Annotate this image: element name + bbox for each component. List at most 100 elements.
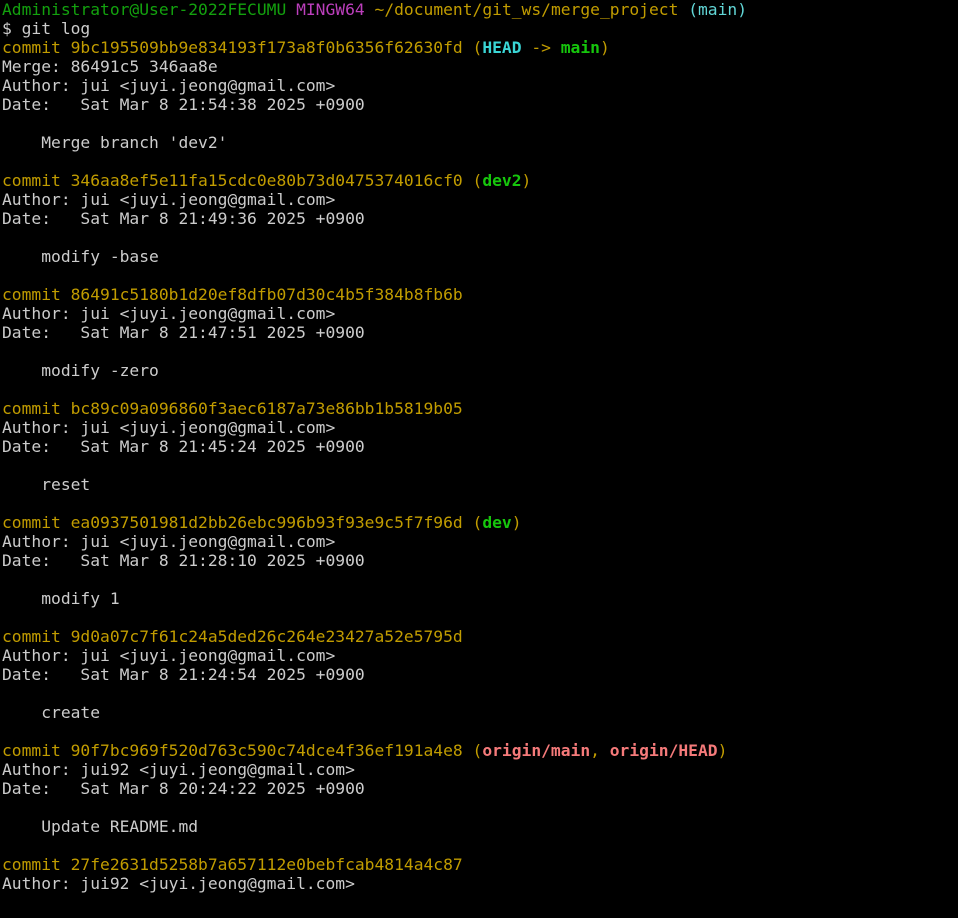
terminal-line: Author: jui92 <juyi.jeong@gmail.com>	[2, 874, 958, 893]
terminal-line: Date: Sat Mar 8 20:24:22 2025 +0900	[2, 779, 958, 798]
terminal-text-segment: Author: jui <juyi.jeong@gmail.com>	[2, 190, 336, 209]
terminal-text-segment: ,	[590, 741, 610, 760]
terminal-text-segment: Merge branch 'dev2'	[2, 133, 228, 152]
terminal-text-segment: origin/HEAD	[609, 741, 718, 760]
terminal-text-segment: HEAD	[482, 38, 522, 57]
terminal-line: commit 90f7bc969f520d763c590c74dce4f36ef…	[2, 741, 958, 760]
terminal-line: modify 1	[2, 589, 958, 608]
terminal-line: Merge: 86491c5 346aa8e	[2, 57, 958, 76]
terminal-text-segment: (main)	[688, 0, 748, 19]
terminal-line: Date: Sat Mar 8 21:47:51 2025 +0900	[2, 323, 958, 342]
terminal-text-segment: modify -base	[2, 247, 159, 266]
terminal-text-segment: main	[560, 38, 600, 57]
terminal-text-segment: $ git log	[2, 19, 91, 38]
terminal-line: Author: jui <juyi.jeong@gmail.com>	[2, 76, 958, 95]
terminal-text-segment: Author: jui <juyi.jeong@gmail.com>	[2, 646, 336, 665]
terminal-line: modify -base	[2, 247, 958, 266]
terminal-text-segment: MINGW64	[296, 0, 365, 19]
terminal-text-segment: commit 346aa8ef5e11fa15cdc0e80b73d047537…	[2, 171, 463, 190]
terminal-text-segment: (	[462, 38, 483, 57]
terminal-text-segment: Author: jui92 <juyi.jeong@gmail.com>	[2, 760, 355, 779]
terminal-text-segment: commit 90f7bc969f520d763c590c74dce4f36ef…	[2, 741, 463, 760]
terminal-line: commit 86491c5180b1d20ef8dfb07d30c4b5f38…	[2, 285, 958, 304]
terminal-line: Date: Sat Mar 8 21:49:36 2025 +0900	[2, 209, 958, 228]
terminal-text-segment: Author: jui92 <juyi.jeong@gmail.com>	[2, 874, 355, 893]
terminal-line: Administrator@User-2022FECUMU MINGW64 ~/…	[2, 0, 958, 19]
terminal-text-segment: Author: jui <juyi.jeong@gmail.com>	[2, 76, 336, 95]
terminal-text-segment: Date: Sat Mar 8 21:24:54 2025 +0900	[2, 665, 365, 684]
terminal-text-segment: dev2	[482, 171, 522, 190]
terminal-line: Author: jui92 <juyi.jeong@gmail.com>	[2, 760, 958, 779]
terminal-line: reset	[2, 475, 958, 494]
terminal-line: commit 9d0a07c7f61c24a5ded26c264e23427a5…	[2, 627, 958, 646]
terminal-line: Date: Sat Mar 8 21:45:24 2025 +0900	[2, 437, 958, 456]
terminal-text-segment: reset	[2, 475, 91, 494]
terminal-text-segment: )	[599, 38, 610, 57]
terminal-text-segment: commit 27fe2631d5258b7a657112e0bebfcab48…	[2, 855, 463, 874]
terminal-text-segment: )	[511, 513, 522, 532]
terminal-line: Merge branch 'dev2'	[2, 133, 958, 152]
terminal-text-segment: commit 86491c5180b1d20ef8dfb07d30c4b5f38…	[2, 285, 463, 304]
terminal-text-segment: Author: jui <juyi.jeong@gmail.com>	[2, 418, 336, 437]
terminal-text-segment: (	[462, 171, 483, 190]
terminal-text-segment: commit bc89c09a096860f3aec6187a73e86bb1b…	[2, 399, 463, 418]
terminal-line: commit bc89c09a096860f3aec6187a73e86bb1b…	[2, 399, 958, 418]
terminal-line: commit 27fe2631d5258b7a657112e0bebfcab48…	[2, 855, 958, 874]
terminal-text-segment: Date: Sat Mar 8 21:45:24 2025 +0900	[2, 437, 365, 456]
terminal-line: Author: jui <juyi.jeong@gmail.com>	[2, 418, 958, 437]
terminal-text-segment: create	[2, 703, 101, 722]
terminal-text-segment: Update README.md	[2, 817, 199, 836]
terminal-text-segment: origin/main	[482, 741, 591, 760]
terminal-text-segment: Merge: 86491c5 346aa8e	[2, 57, 218, 76]
terminal-window[interactable]: Administrator@User-2022FECUMU MINGW64 ~/…	[0, 0, 958, 918]
terminal-text-segment: Date: Sat Mar 8 21:54:38 2025 +0900	[2, 95, 365, 114]
terminal-line: commit ea0937501981d2bb26ebc996b93f93e9c…	[2, 513, 958, 532]
terminal-line: modify -zero	[2, 361, 958, 380]
terminal-line: $ git log	[2, 19, 958, 38]
terminal-text-segment: (	[462, 513, 483, 532]
terminal-text-segment: Date: Sat Mar 8 21:47:51 2025 +0900	[2, 323, 365, 342]
terminal-line: Author: jui <juyi.jeong@gmail.com>	[2, 304, 958, 323]
terminal-text-segment: modify -zero	[2, 361, 159, 380]
terminal-line: Author: jui <juyi.jeong@gmail.com>	[2, 646, 958, 665]
terminal-line: Date: Sat Mar 8 21:54:38 2025 +0900	[2, 95, 958, 114]
terminal-text-segment: (	[462, 741, 483, 760]
terminal-text-segment: ->	[521, 38, 561, 57]
terminal-text-segment: Date: Sat Mar 8 20:24:22 2025 +0900	[2, 779, 365, 798]
terminal-text-segment: Administrator@User-2022FECUMU	[2, 0, 287, 19]
terminal-text-segment: ~/document/git_ws/merge_project	[374, 0, 679, 19]
terminal-line: Author: jui <juyi.jeong@gmail.com>	[2, 532, 958, 551]
terminal-text-segment: commit 9d0a07c7f61c24a5ded26c264e23427a5…	[2, 627, 463, 646]
terminal-text-segment: Date: Sat Mar 8 21:28:10 2025 +0900	[2, 551, 365, 570]
terminal-text-segment: )	[717, 741, 728, 760]
terminal-line: commit 9bc195509bb9e834193f173a8f0b6356f…	[2, 38, 958, 57]
terminal-text-segment: commit ea0937501981d2bb26ebc996b93f93e9c…	[2, 513, 463, 532]
terminal-text-segment: )	[521, 171, 532, 190]
terminal-text-segment: commit 9bc195509bb9e834193f173a8f0b6356f…	[2, 38, 463, 57]
terminal-text-segment: Author: jui <juyi.jeong@gmail.com>	[2, 532, 336, 551]
terminal-text-segment: Date: Sat Mar 8 21:49:36 2025 +0900	[2, 209, 365, 228]
terminal-line: Date: Sat Mar 8 21:28:10 2025 +0900	[2, 551, 958, 570]
terminal-line: Date: Sat Mar 8 21:24:54 2025 +0900	[2, 665, 958, 684]
terminal-line: commit 346aa8ef5e11fa15cdc0e80b73d047537…	[2, 171, 958, 190]
terminal-text-segment: Author: jui <juyi.jeong@gmail.com>	[2, 304, 336, 323]
terminal-line: Author: jui <juyi.jeong@gmail.com>	[2, 190, 958, 209]
terminal-line: Update README.md	[2, 817, 958, 836]
